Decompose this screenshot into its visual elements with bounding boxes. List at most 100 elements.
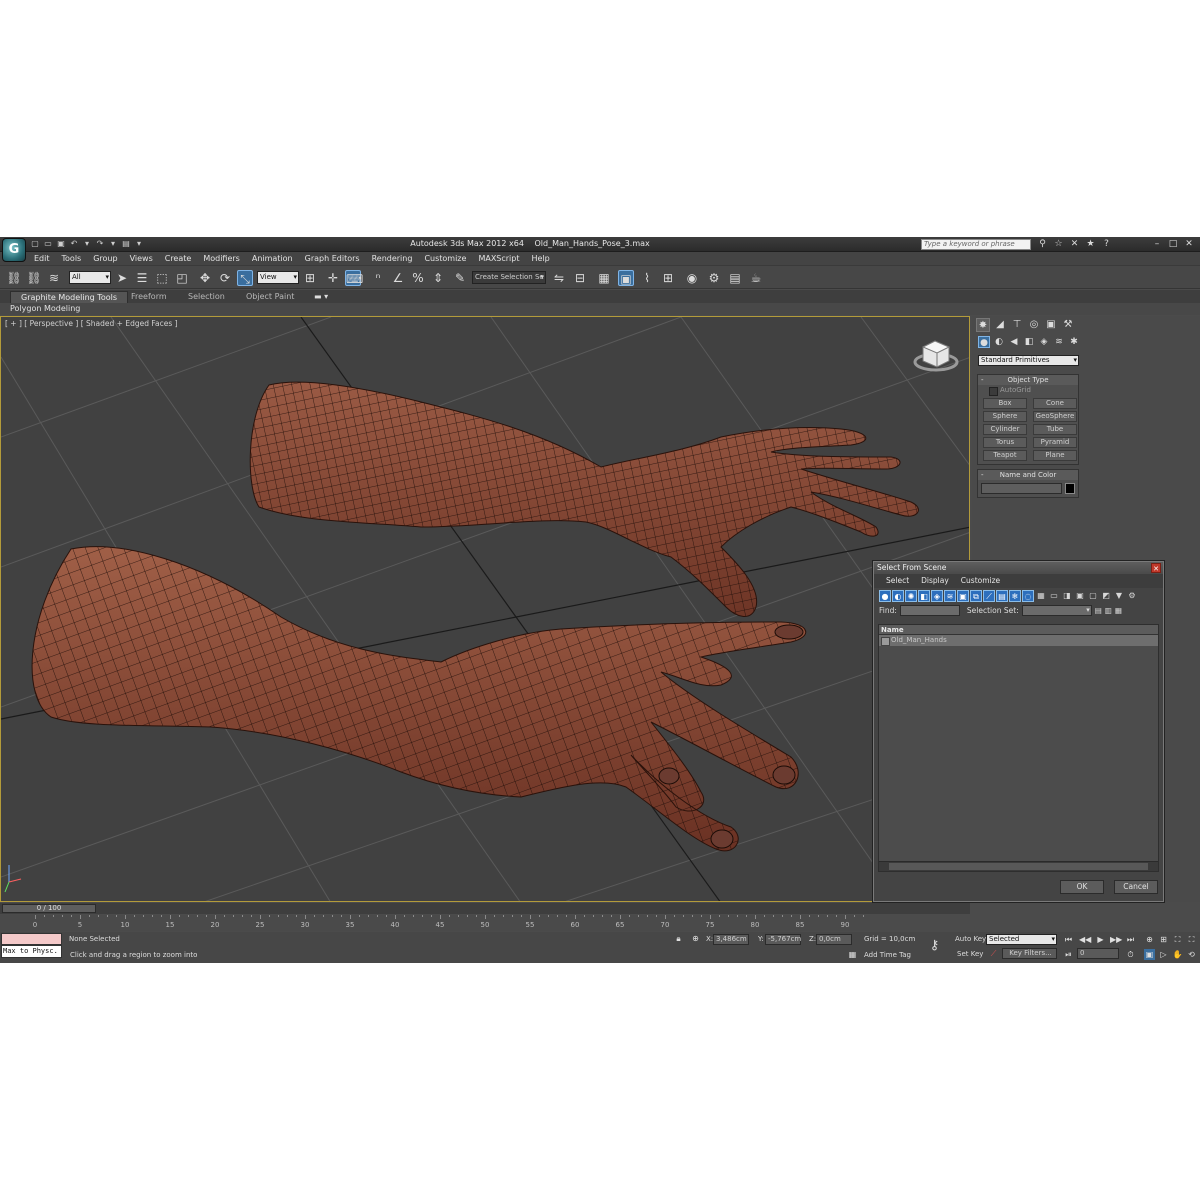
helpers-icon[interactable]: ◈ [1038,336,1050,348]
menu-item-help[interactable]: Help [532,252,550,265]
column-header-name[interactable]: Name [879,625,1158,635]
hierarchy-tab-icon[interactable]: ⊤ [1010,318,1024,332]
spinner-snap-icon[interactable]: ⇕ [430,270,446,286]
ok-button[interactable]: OK [1060,880,1104,894]
key-mode-dropdown[interactable]: Selected [986,934,1057,945]
menu-item-tools[interactable]: Tools [62,252,82,265]
filter-icon[interactable]: ▼ [1113,590,1125,602]
time-slider[interactable]: 0 / 100 [0,903,970,914]
rectangular-selection-icon[interactable]: ⬚ [154,270,170,286]
auto-key-button[interactable]: Auto Key [955,935,986,943]
zoom-region-icon[interactable]: ▣ [1144,949,1155,960]
menu-item-maxscript[interactable]: MAXScript [478,252,519,265]
help-icon[interactable]: ? [1101,239,1112,250]
minimize-icon[interactable]: – [1150,238,1164,250]
display-frozen-icon[interactable]: ❄ [1009,589,1021,602]
menu-item-customize[interactable]: Customize [424,252,466,265]
time-tag-icon[interactable]: ▦ [847,949,858,960]
maximize-icon[interactable]: □ [1166,238,1180,250]
window-crossing-icon[interactable]: ◰ [174,270,190,286]
pan-view-icon[interactable]: ✋ [1172,949,1183,960]
selection-set-remove-icon[interactable]: ▦ [1115,606,1122,615]
render-production-icon[interactable]: ☕ [748,270,764,286]
next-frame-icon[interactable]: ▶▶ [1110,934,1122,945]
modify-tab-icon[interactable]: ◢ [993,318,1007,332]
keyboard-shortcut-override-icon[interactable]: ⌨ [345,270,363,286]
select-none-icon[interactable]: ▢ [1087,590,1099,602]
go-to-end-icon[interactable]: ⏭ [1125,934,1136,945]
pyramid-button[interactable]: Pyramid [1033,437,1077,448]
tube-button[interactable]: Tube [1033,424,1077,435]
object-color-swatch[interactable] [1065,483,1075,494]
move-icon[interactable]: ✥ [197,270,213,286]
display-tab-icon[interactable]: ▣ [1044,318,1058,332]
ribbon-options-icon[interactable]: ▬ ▾ [314,291,328,302]
select-object-icon[interactable]: ➤ [114,270,130,286]
cameras-icon[interactable]: ◧ [1023,336,1035,348]
find-input[interactable] [899,605,960,616]
scale-icon[interactable]: ⤡ [237,270,253,286]
maxscript-output[interactable] [1,933,62,945]
polygon-modeling-panel[interactable]: Polygon Modeling [10,303,80,315]
viewcube[interactable] [913,340,959,372]
scene-object-list[interactable]: Name Old_Man_Hands [878,624,1159,872]
orbit-icon[interactable]: ⟲ [1186,949,1197,960]
bind-spacewarp-icon[interactable]: ≋ [46,270,62,286]
play-icon[interactable]: ▶ [1095,934,1106,945]
field-of-view-icon[interactable]: ▷ [1158,949,1169,960]
create-tab-icon[interactable]: ✸ [976,318,990,332]
close-icon[interactable]: ✕ [1182,238,1196,250]
perspective-viewport[interactable]: [ + ] [ Perspective ] [ Shaded + Edged F… [0,316,970,902]
absolute-mode-icon[interactable]: ⊕ [690,933,701,944]
menu-item-edit[interactable]: Edit [34,252,50,265]
utilities-tab-icon[interactable]: ⚒ [1061,318,1075,332]
dialog-menu-customize[interactable]: Customize [961,574,1000,588]
display-containers-icon[interactable]: ▤ [996,589,1008,602]
curve-editor-icon[interactable]: ⌇ [639,270,655,286]
favorites-icon[interactable]: ★ [1085,239,1096,250]
selection-set-add-icon[interactable]: ▥ [1105,606,1112,615]
menu-item-views[interactable]: Views [130,252,153,265]
binoculars-icon[interactable]: ⚲ [1037,239,1048,250]
rotate-icon[interactable]: ⟳ [217,270,233,286]
angle-snap-icon[interactable]: ∠ [390,270,406,286]
x-coordinate-field[interactable]: 3,486cm [713,934,749,945]
shapes-icon[interactable]: ◐ [993,336,1005,348]
box-button[interactable]: Box [983,398,1027,409]
pivot-center-icon[interactable]: ⊞ [302,270,318,286]
material-editor-icon[interactable]: ◉ [684,270,700,286]
systems-icon[interactable]: ✱ [1068,336,1080,348]
object-type-title[interactable]: Object Type [978,375,1078,385]
default-in-out-tangents-icon[interactable]: ⟋ [988,948,999,959]
graphite-modeling-tools-icon[interactable]: ▣ [618,270,634,286]
layer-manager-icon[interactable]: ▦ [596,270,612,286]
display-groups-icon[interactable]: ▣ [957,589,969,602]
horizontal-scrollbar[interactable] [879,861,1158,871]
geosphere-button[interactable]: GeoSphere [1033,411,1077,422]
tab-selection[interactable]: Selection [188,291,225,302]
edit-named-selection-icon[interactable]: ✎ [452,270,468,286]
infocenter-search-input[interactable]: Type a keyword or phrase [921,239,1031,250]
display-shapes-icon[interactable]: ◐ [892,589,904,602]
front-hand-mesh[interactable] [31,546,807,852]
application-button[interactable]: G [2,238,26,262]
menu-item-modifiers[interactable]: Modifiers [203,252,240,265]
current-frame-field[interactable]: 0 [1077,948,1119,959]
scrollbar-thumb[interactable] [889,863,1148,870]
time-slider-thumb[interactable]: 0 / 100 [2,904,96,913]
z-coordinate-field[interactable]: 0,0cm [816,934,852,945]
align-icon[interactable]: ⊟ [572,270,588,286]
previous-frame-icon[interactable]: ◀◀ [1079,934,1091,945]
maxscript-input[interactable]: Max to Physc. [1,945,62,958]
zoom-all-icon[interactable]: ⊞ [1158,934,1169,945]
display-spacewarps-icon[interactable]: ≋ [944,589,956,602]
menu-item-animation[interactable]: Animation [252,252,293,265]
display-cameras-icon[interactable]: ◧ [918,589,930,602]
y-coordinate-field[interactable]: -5,767cm [765,934,801,945]
mirror-icon[interactable]: ⇋ [551,270,567,286]
filter-options-icon[interactable]: ⚙ [1126,590,1138,602]
render-setup-icon[interactable]: ⚙ [706,270,722,286]
select-link-icon[interactable]: ⛓ [6,270,22,286]
dialog-close-icon[interactable]: ✕ [1151,563,1161,573]
name-and-color-title[interactable]: Name and Color [978,470,1078,480]
